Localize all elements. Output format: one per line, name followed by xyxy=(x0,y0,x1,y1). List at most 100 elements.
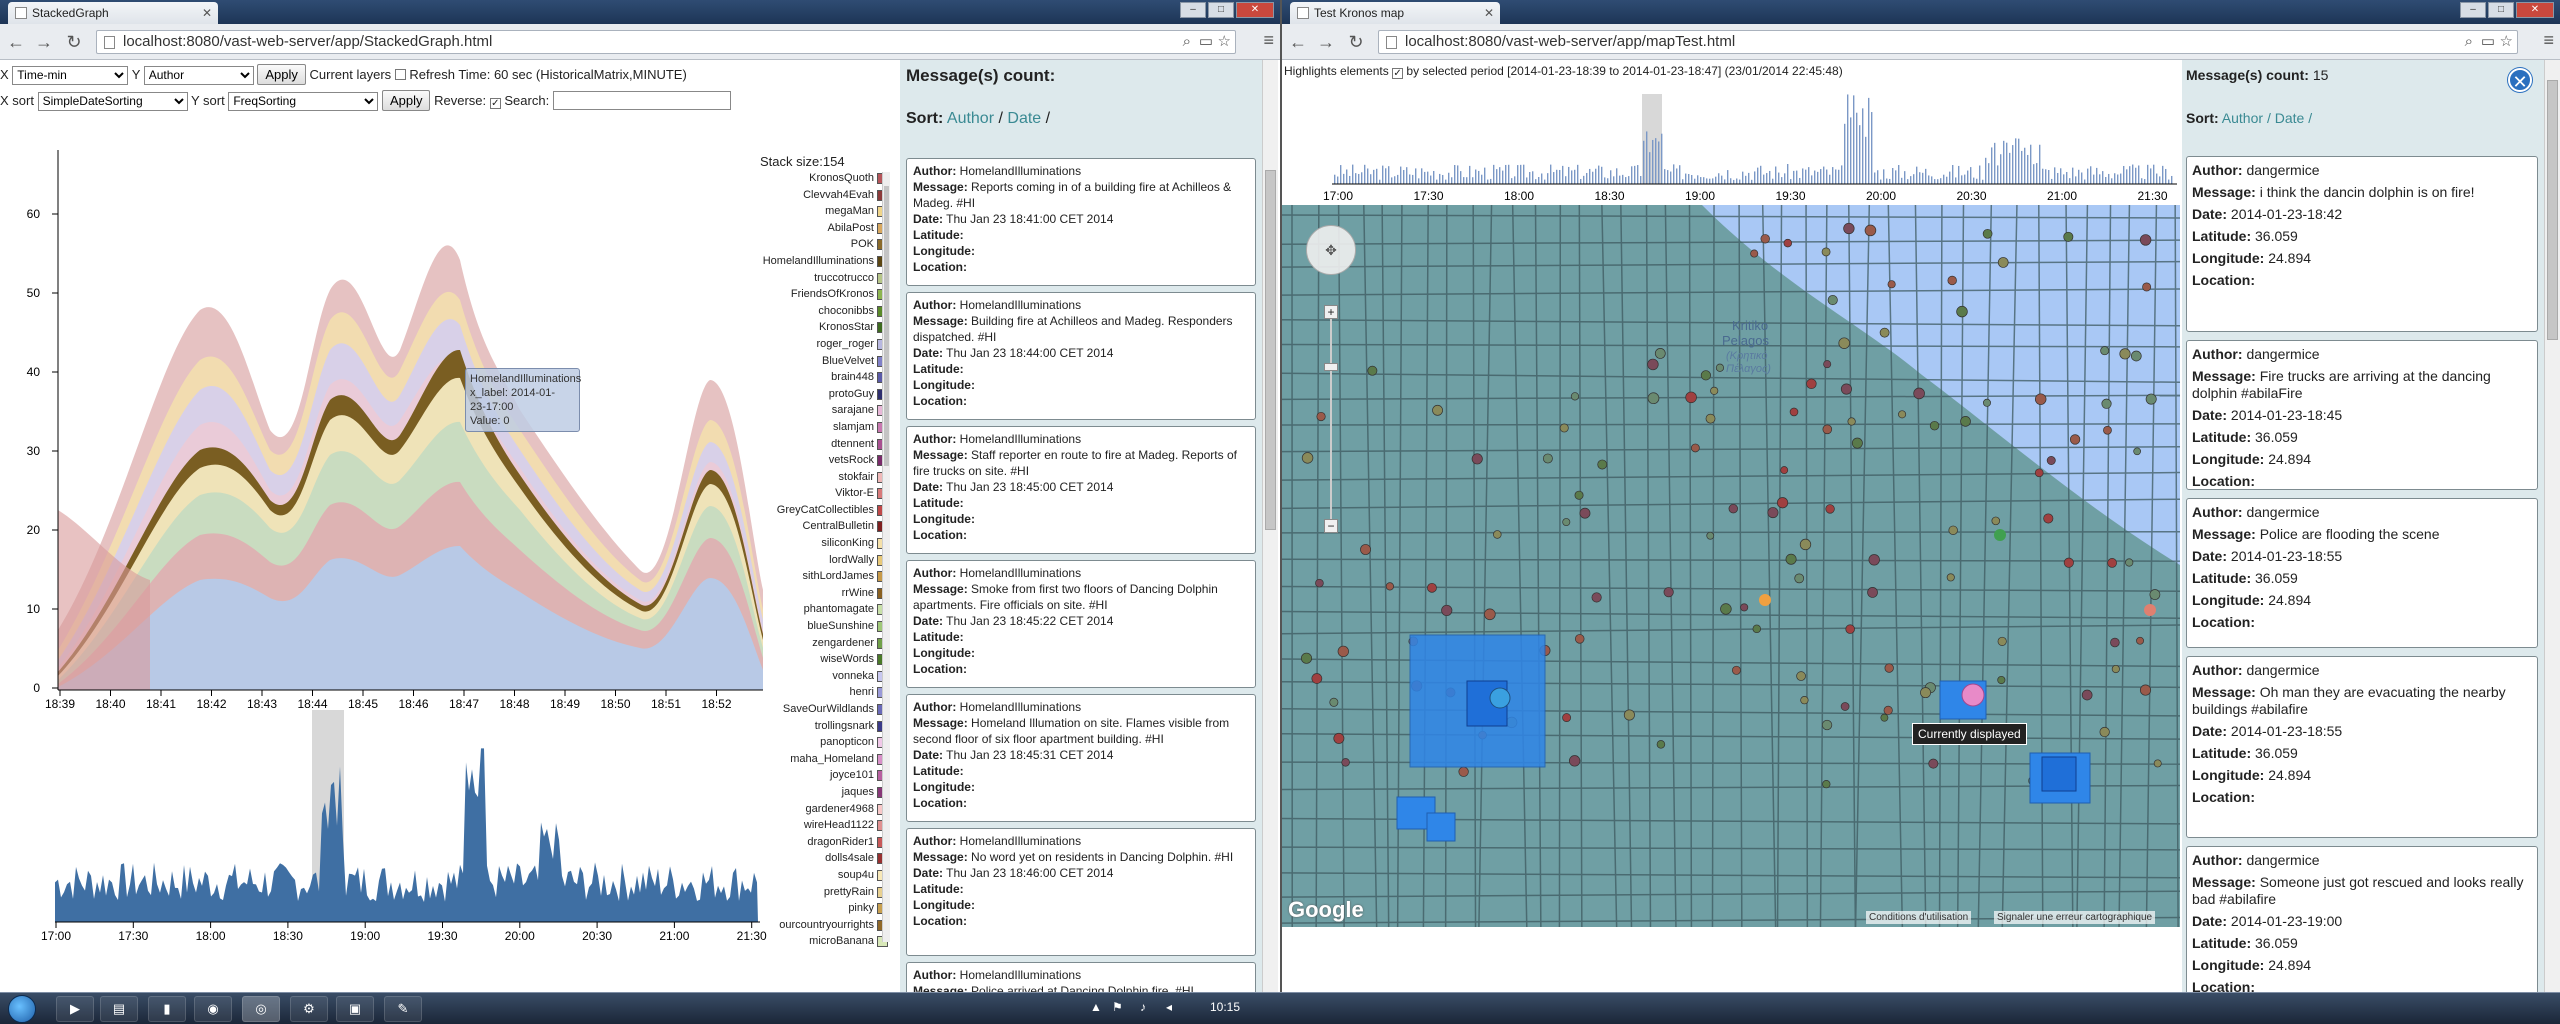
app-icon[interactable]: ▣ xyxy=(336,996,374,1022)
event-marker[interactable] xyxy=(1822,780,1831,789)
legend-item[interactable]: ourcountryourrights xyxy=(760,917,890,934)
event-marker[interactable] xyxy=(1591,592,1602,603)
legend-item[interactable]: sithLordJames xyxy=(760,568,890,585)
event-marker[interactable] xyxy=(1794,573,1805,584)
event-marker[interactable] xyxy=(2110,637,2120,648)
scrollbar-thumb[interactable] xyxy=(1265,170,1276,530)
event-marker[interactable] xyxy=(2125,558,2134,567)
legend-item[interactable]: CentralBulletin xyxy=(760,518,890,535)
event-marker[interactable] xyxy=(1948,525,1958,535)
legend-item[interactable]: KronosQuoth xyxy=(760,170,890,187)
event-marker[interactable] xyxy=(1851,437,1863,449)
legend-item[interactable]: brain448 xyxy=(760,369,890,386)
event-marker[interactable] xyxy=(2063,231,2074,242)
event-marker[interactable] xyxy=(1982,228,1993,239)
legend-item[interactable]: rrWine xyxy=(760,585,890,602)
address-bar[interactable]: localhost:8080/vast-web-server/app/Stack… xyxy=(96,30,1236,54)
event-marker[interactable] xyxy=(1574,634,1585,644)
search-icon[interactable]: ⌕ xyxy=(1183,31,1191,53)
event-marker[interactable] xyxy=(1647,358,1659,371)
event-marker[interactable] xyxy=(1823,360,1832,369)
event-marker[interactable] xyxy=(1800,696,1809,705)
legend-scrollbar[interactable] xyxy=(882,172,890,942)
star-icon[interactable]: ☆ xyxy=(1218,31,1231,53)
browser-tab[interactable]: StackedGraph ✕ xyxy=(8,2,218,24)
legend-item[interactable]: choconibbs xyxy=(760,303,890,320)
legend-item[interactable]: GreyCatCollectibles xyxy=(760,502,890,519)
map[interactable]: Kritiko Pelagos (Κρητικό Πέλαγος) ✥ + − … xyxy=(1282,205,2180,927)
event-marker[interactable] xyxy=(1789,407,1799,417)
reload-icon[interactable]: ↻ xyxy=(64,32,84,52)
event-marker[interactable] xyxy=(1663,587,1674,598)
event-marker[interactable] xyxy=(1821,247,1831,257)
event-marker[interactable] xyxy=(1562,518,1571,527)
tab-close-icon[interactable]: ✕ xyxy=(1484,2,1494,24)
event-marker[interactable] xyxy=(1489,687,1511,709)
event-marker[interactable] xyxy=(1785,553,1797,565)
legend-item[interactable]: phantomagate xyxy=(760,601,890,618)
sort-author-link[interactable]: Author xyxy=(2222,110,2263,126)
tab-icon[interactable]: ▭ xyxy=(2481,31,2495,53)
event-marker[interactable] xyxy=(1821,719,1833,731)
tab-icon[interactable]: ▭ xyxy=(1199,31,1213,53)
event-marker[interactable] xyxy=(2145,393,2157,405)
event-marker[interactable] xyxy=(1994,529,2006,541)
event-marker[interactable] xyxy=(1471,453,1483,465)
tool-icon[interactable]: ✎ xyxy=(384,996,422,1022)
event-marker[interactable] xyxy=(1597,459,1608,470)
close-window-button[interactable]: ✕ xyxy=(1236,2,1274,18)
event-marker[interactable] xyxy=(2144,604,2156,616)
volume-icon[interactable]: ♪ xyxy=(1140,1000,1146,1014)
zoom-handle[interactable] xyxy=(1324,363,1338,371)
event-marker[interactable] xyxy=(2111,664,2120,674)
legend-item[interactable]: zengardener xyxy=(760,635,890,652)
legend-item[interactable]: soup4u xyxy=(760,867,890,884)
zoom-slider[interactable]: + − xyxy=(1324,305,1338,535)
file-explorer-icon[interactable]: ▤ xyxy=(100,996,138,1022)
y-select[interactable]: Author xyxy=(143,65,254,85)
search-input[interactable] xyxy=(552,91,731,110)
firefox-icon[interactable]: ◉ xyxy=(194,996,232,1022)
event-marker[interactable] xyxy=(2142,282,2152,292)
legend-item[interactable]: dtennent xyxy=(760,436,890,453)
speaker-icon[interactable]: ◂ xyxy=(1166,1000,1172,1014)
legend-item[interactable]: henri xyxy=(760,684,890,701)
terminal-icon[interactable]: ▮ xyxy=(148,996,186,1022)
event-marker[interactable] xyxy=(1983,398,1991,407)
event-marker[interactable] xyxy=(1385,582,1394,591)
event-marker[interactable] xyxy=(1542,453,1553,464)
star-icon[interactable]: ☆ xyxy=(2500,31,2513,53)
legend-item[interactable]: Clevvah4Evah xyxy=(760,187,890,204)
event-marker[interactable] xyxy=(1367,365,1378,376)
event-marker[interactable] xyxy=(1827,294,1838,306)
event-marker[interactable] xyxy=(1574,490,1584,500)
event-marker[interactable] xyxy=(1928,758,1939,769)
event-marker[interactable] xyxy=(1329,697,1339,707)
legend-item[interactable]: lordWally xyxy=(760,552,890,569)
close-window-button[interactable]: ✕ xyxy=(2516,2,2554,18)
windows-start-icon[interactable] xyxy=(8,995,36,1023)
legend-item[interactable]: KronosStar xyxy=(760,319,890,336)
message-card[interactable]: Author: dangermice Message: Someone just … xyxy=(2186,846,2538,992)
event-marker[interactable] xyxy=(1705,413,1716,424)
event-marker[interactable] xyxy=(1760,234,1770,244)
event-marker[interactable] xyxy=(1997,257,2009,268)
event-marker[interactable] xyxy=(2136,636,2144,645)
event-marker[interactable] xyxy=(2081,689,2093,701)
event-marker[interactable] xyxy=(1720,603,1732,615)
event-marker[interactable] xyxy=(1441,604,1453,617)
sort-date-link[interactable]: Date xyxy=(1007,110,1041,127)
message-card[interactable]: Author: dangermice Message: i think the d… xyxy=(2186,156,2538,332)
report-error-link[interactable]: Signaler une erreur cartographique xyxy=(1994,911,2156,924)
event-marker[interactable] xyxy=(1315,578,1324,588)
highlight-checkbox[interactable]: ✓ xyxy=(1392,68,1404,79)
legend-item[interactable]: wiseWords xyxy=(760,651,890,668)
event-marker[interactable] xyxy=(2034,393,2047,405)
event-marker[interactable] xyxy=(1825,504,1835,514)
event-marker[interactable] xyxy=(2119,348,2131,360)
highlight-region[interactable] xyxy=(1426,812,1456,842)
apply-button[interactable]: Apply xyxy=(257,64,306,85)
browser-tab[interactable]: Test Kronos map ✕ xyxy=(1290,2,1500,24)
event-marker[interactable] xyxy=(1700,370,1711,381)
event-marker[interactable] xyxy=(1301,452,1314,464)
